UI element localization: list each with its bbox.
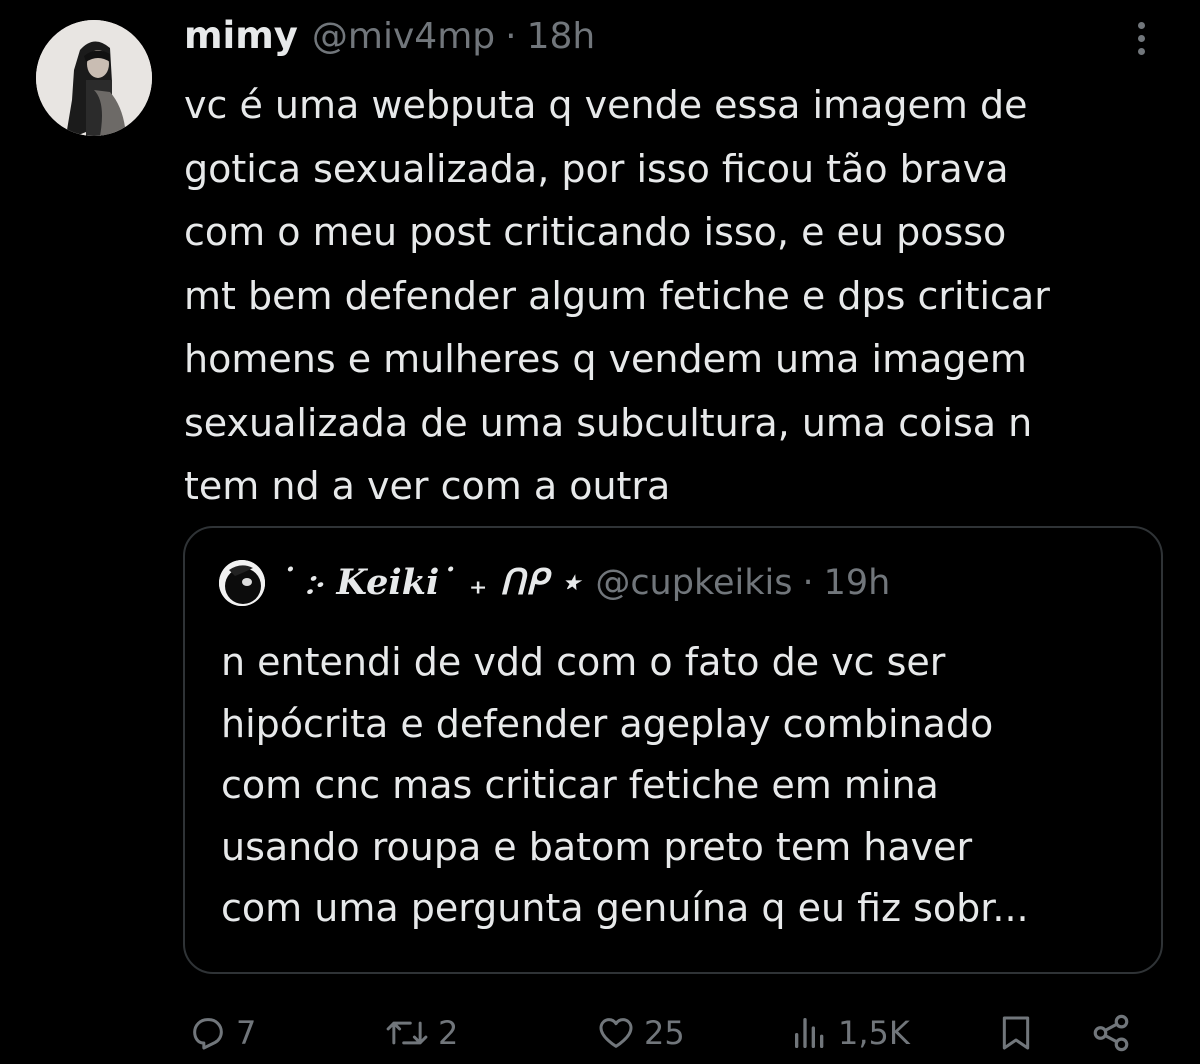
avatar-photo	[36, 20, 152, 136]
quoted-tweet-timestamp[interactable]: 19h	[824, 563, 891, 603]
author-avatar[interactable]	[36, 20, 152, 136]
author-handle[interactable]: @miv4mp	[312, 16, 495, 57]
author-display-name[interactable]: mimy	[184, 14, 298, 57]
tweet[interactable]: mimy @miv4mp · 18h vc é uma webputa q ve…	[0, 0, 1200, 1064]
separator-dot: ·	[802, 563, 814, 603]
quoted-tweet[interactable]: ˙ ჻ Keiki˙ ₊ ᑎᑭ ⋆ @cupkeikis · 19h n ent…	[183, 526, 1163, 974]
reply-button[interactable]: 7	[188, 1008, 256, 1058]
like-button[interactable]: 25	[596, 1008, 685, 1058]
quoted-author-avatar[interactable]	[219, 560, 265, 606]
quoted-tweet-text: n entendi de vdd com o fato de vc ser hi…	[221, 640, 1029, 930]
quoted-tweet-header: ˙ ჻ Keiki˙ ₊ ᑎᑭ ⋆ @cupkeikis · 19h	[279, 562, 890, 612]
quoted-avatar-photo	[219, 560, 265, 606]
tweet-header: mimy @miv4mp · 18h	[184, 14, 595, 68]
bookmark-button[interactable]	[996, 1008, 1036, 1058]
separator-dot: ·	[505, 16, 517, 57]
reply-icon	[193, 1018, 223, 1050]
heart-icon	[599, 1018, 633, 1048]
retweet-count: 2	[438, 1014, 459, 1052]
tweet-text: vc é uma webputa q vende essa imagem de …	[184, 83, 1050, 508]
tweet-timestamp[interactable]: 18h	[527, 16, 596, 57]
like-count: 25	[644, 1014, 685, 1052]
retweet-icon	[386, 1021, 428, 1045]
views-count: 1,5K	[838, 1014, 910, 1052]
share-icon	[1093, 1014, 1129, 1052]
share-button[interactable]	[1090, 1008, 1132, 1058]
views-icon	[795, 1018, 824, 1048]
bookmark-icon	[1002, 1016, 1030, 1050]
quoted-author-display-name[interactable]: ˙ ჻ Keiki˙ ₊ ᑎᑭ ⋆	[279, 562, 581, 603]
retweet-button[interactable]: 2	[384, 1008, 458, 1058]
more-vertical-icon[interactable]	[1126, 22, 1156, 68]
quoted-author-handle[interactable]: @cupkeikis	[595, 563, 792, 603]
tweet-action-bar: 7 2 25 1,5K	[0, 1008, 1200, 1058]
reply-count: 7	[236, 1014, 257, 1052]
views-button[interactable]: 1,5K	[790, 1008, 910, 1058]
